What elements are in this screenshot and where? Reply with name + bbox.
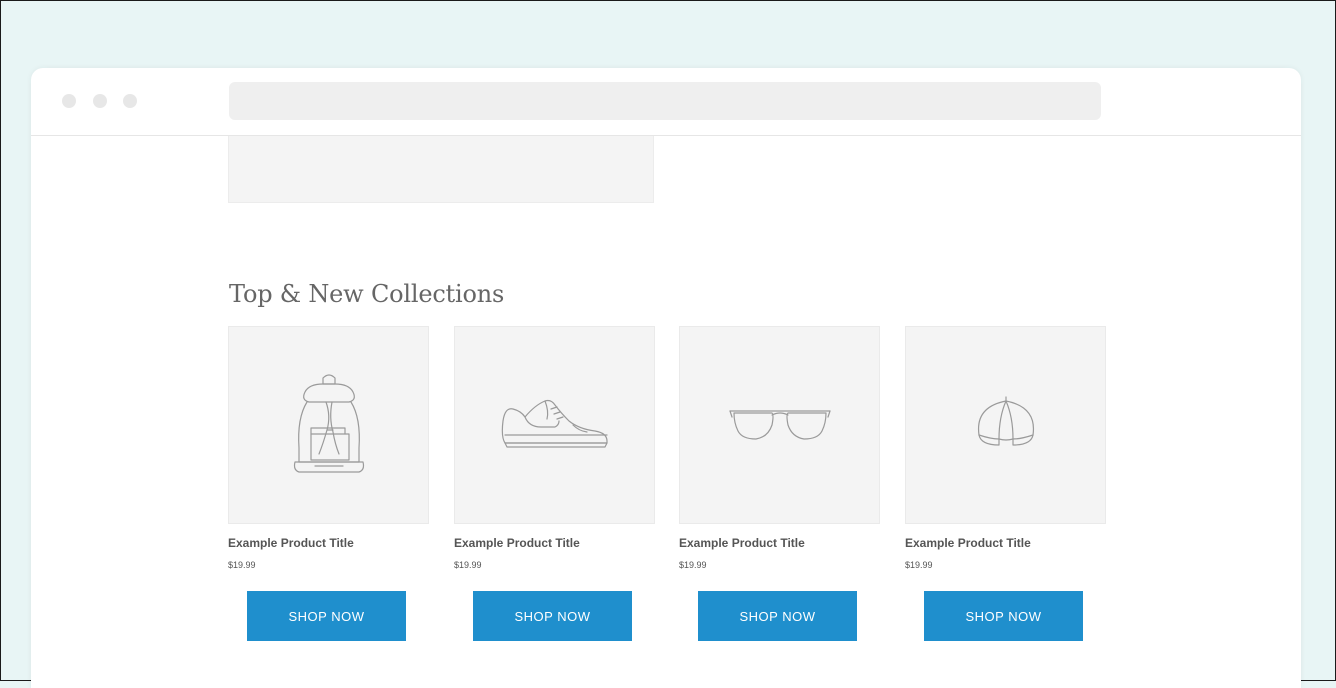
shop-now-button[interactable]: SHOP NOW	[698, 591, 857, 641]
product-card: Example Product Title $19.99 SHOP NOW	[905, 326, 1106, 641]
product-image[interactable]	[454, 326, 655, 524]
address-bar[interactable]	[229, 82, 1101, 120]
product-title[interactable]: Example Product Title	[228, 536, 354, 550]
product-card: Example Product Title $19.99 SHOP NOW	[454, 326, 655, 641]
window-minimize-dot[interactable]	[93, 94, 107, 108]
window-close-dot[interactable]	[62, 94, 76, 108]
backpack-icon	[293, 374, 364, 473]
shop-now-button[interactable]: SHOP NOW	[924, 591, 1083, 641]
product-title[interactable]: Example Product Title	[905, 536, 1031, 550]
product-image[interactable]	[679, 326, 880, 524]
cap-icon	[977, 396, 1034, 446]
product-price: $19.99	[228, 560, 256, 570]
product-price: $19.99	[679, 560, 707, 570]
browser-window: Top & New Collections Example Product Ti…	[31, 68, 1301, 688]
section-title: Top & New Collections	[229, 280, 505, 308]
product-title[interactable]: Example Product Title	[454, 536, 580, 550]
glasses-icon	[728, 410, 831, 440]
browser-toolbar	[31, 68, 1301, 136]
sneaker-icon	[501, 399, 608, 448]
shop-now-button[interactable]: SHOP NOW	[247, 591, 406, 641]
product-price: $19.99	[454, 560, 482, 570]
product-image[interactable]	[228, 326, 429, 524]
product-image[interactable]	[905, 326, 1106, 524]
product-price: $19.99	[905, 560, 933, 570]
product-card: Example Product Title $19.99 SHOP NOW	[679, 326, 880, 641]
product-title[interactable]: Example Product Title	[679, 536, 805, 550]
banner-placeholder	[228, 136, 654, 203]
shop-now-button[interactable]: SHOP NOW	[473, 591, 632, 641]
window-maximize-dot[interactable]	[123, 94, 137, 108]
product-card: Example Product Title $19.99 SHOP NOW	[228, 326, 429, 641]
